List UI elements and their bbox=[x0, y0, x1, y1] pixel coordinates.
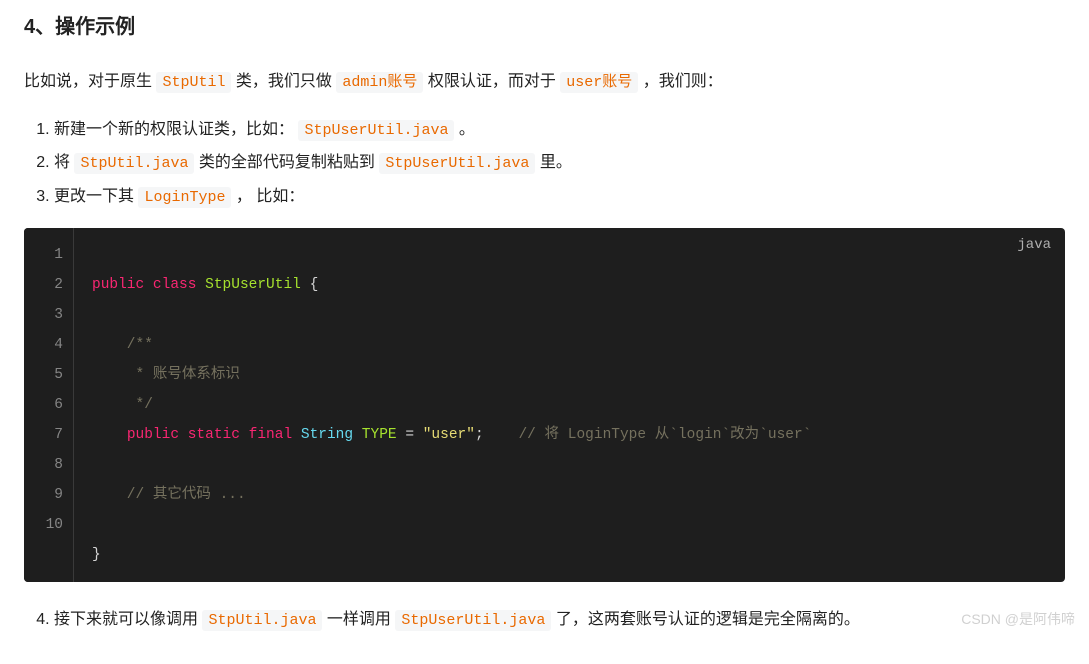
code-line-3: /** bbox=[92, 330, 1047, 360]
step-text: 将 bbox=[54, 154, 74, 171]
step-text: ， 比如： bbox=[231, 188, 304, 205]
step-text: 类的全部代码复制粘贴到 bbox=[194, 154, 379, 171]
step-text: 。 bbox=[454, 121, 474, 138]
tok-class: class bbox=[153, 277, 197, 293]
code-line-7 bbox=[92, 450, 1047, 480]
tok-public: public bbox=[92, 277, 144, 293]
code-content[interactable]: public class StpUserUtil { /** * 账号体系标识 … bbox=[74, 228, 1065, 582]
tok-var: TYPE bbox=[362, 427, 397, 443]
code-line-9 bbox=[92, 510, 1047, 540]
step-text: 里。 bbox=[535, 154, 571, 171]
code-line-4: * 账号体系标识 bbox=[92, 360, 1047, 390]
code-stputil: StpUtil bbox=[156, 72, 231, 93]
intro-paragraph: 比如说，对于原生 StpUtil 类，我们只做 admin账号 权限认证，而对于… bbox=[24, 68, 1065, 96]
tok-semi: ; bbox=[475, 427, 484, 443]
line-number: 9 bbox=[38, 480, 63, 510]
step-text: 了，这两套账号认证的逻辑是完全隔离的。 bbox=[551, 611, 859, 628]
line-number: 10 bbox=[38, 510, 63, 540]
steps-list: 新建一个新的权限认证类，比如： StpUserUtil.java 。 将 Stp… bbox=[24, 116, 1065, 211]
line-number: 3 bbox=[38, 300, 63, 330]
steps-list-continued: 接下来就可以像调用 StpUtil.java 一样调用 StpUserUtil.… bbox=[24, 606, 1065, 634]
intro-text: 比如说，对于原生 bbox=[24, 73, 156, 90]
code-stpuserjava: StpUserUtil.java bbox=[379, 153, 535, 174]
line-gutter: 1 2 3 4 5 6 7 8 9 10 bbox=[24, 228, 74, 582]
tok-string-type: String bbox=[301, 427, 353, 443]
code-line-2 bbox=[92, 300, 1047, 330]
section-title: 4、操作示例 bbox=[24, 10, 1065, 44]
code-admin-account: admin账号 bbox=[336, 72, 423, 93]
code-block: java 1 2 3 4 5 6 7 8 9 10 public class S… bbox=[24, 228, 1065, 582]
tok-comment: // 将 LoginType 从`login`改为`user` bbox=[518, 427, 811, 443]
code-line-1: public class StpUserUtil { bbox=[92, 270, 1047, 300]
tok-string-literal: "user" bbox=[423, 427, 475, 443]
lang-label: java bbox=[1017, 234, 1051, 258]
code-line-5: */ bbox=[92, 390, 1047, 420]
intro-text: 类，我们只做 bbox=[231, 73, 336, 90]
step-text: 新建一个新的权限认证类，比如： bbox=[54, 121, 298, 138]
code-stpuserjava: StpUserUtil.java bbox=[395, 610, 551, 631]
intro-text: ，我们则： bbox=[638, 73, 722, 90]
step-text: 一样调用 bbox=[322, 611, 395, 628]
code-logintype: LoginType bbox=[138, 187, 231, 208]
code-stpuserjava: StpUserUtil.java bbox=[298, 120, 454, 141]
code-line-10: } bbox=[92, 540, 1047, 570]
code-stputiljava: StpUtil.java bbox=[74, 153, 194, 174]
line-number: 2 bbox=[38, 270, 63, 300]
line-number: 7 bbox=[38, 420, 63, 450]
tok-brace: { bbox=[310, 277, 319, 293]
line-number: 4 bbox=[38, 330, 63, 360]
tok-static: static bbox=[188, 427, 240, 443]
line-number: 8 bbox=[38, 450, 63, 480]
step-4: 接下来就可以像调用 StpUtil.java 一样调用 StpUserUtil.… bbox=[54, 606, 1065, 634]
code-line-8: // 其它代码 ... bbox=[92, 480, 1047, 510]
step-1: 新建一个新的权限认证类，比如： StpUserUtil.java 。 bbox=[54, 116, 1065, 144]
line-number: 6 bbox=[38, 390, 63, 420]
intro-text: 权限认证，而对于 bbox=[423, 73, 560, 90]
tok-eq: = bbox=[405, 427, 414, 443]
step-3: 更改一下其 LoginType ， 比如： bbox=[54, 183, 1065, 211]
code-line-6: public static final String TYPE = "user"… bbox=[92, 420, 1047, 450]
line-number: 5 bbox=[38, 360, 63, 390]
line-number: 1 bbox=[38, 240, 63, 270]
step-text: 接下来就可以像调用 bbox=[54, 611, 202, 628]
code-user-account: user账号 bbox=[560, 72, 638, 93]
tok-final: final bbox=[249, 427, 293, 443]
step-text: 更改一下其 bbox=[54, 188, 138, 205]
tok-public: public bbox=[127, 427, 179, 443]
code-stputiljava: StpUtil.java bbox=[202, 610, 322, 631]
tok-classname: StpUserUtil bbox=[205, 277, 301, 293]
step-2: 将 StpUtil.java 类的全部代码复制粘贴到 StpUserUtil.j… bbox=[54, 149, 1065, 177]
